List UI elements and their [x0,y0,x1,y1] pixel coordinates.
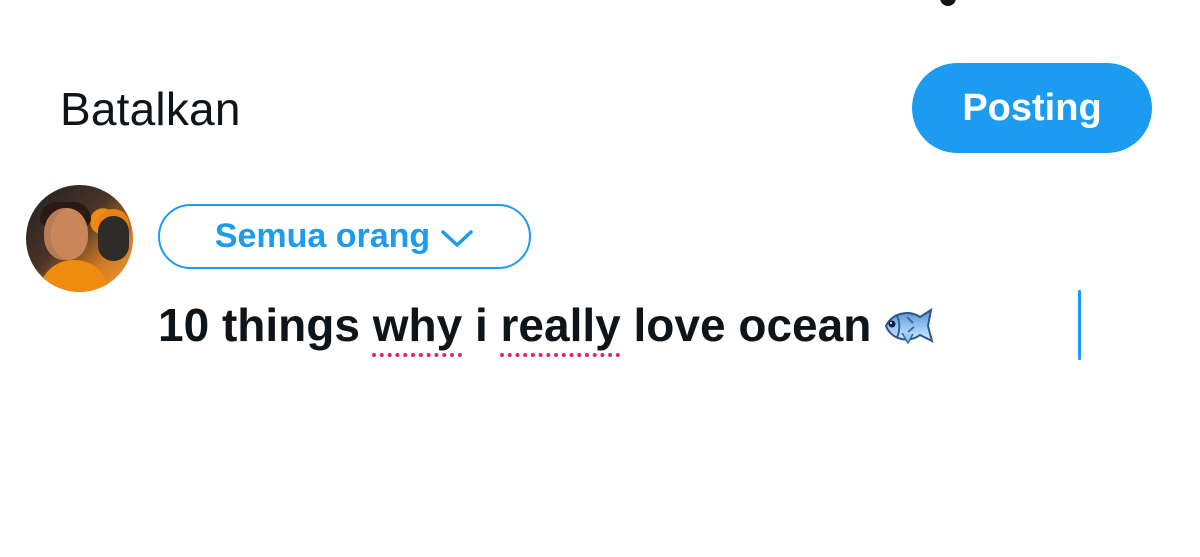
avatar-background-person [98,216,129,261]
compose-text-segment: 10 things [158,299,373,351]
avatar-face [44,208,88,260]
post-button[interactable]: Posting [912,63,1152,153]
top-edge-glyph [940,0,956,6]
audience-selector[interactable]: Semua orang [158,204,531,269]
compose-text-field[interactable]: 10 things why i really love ocean [158,298,1138,364]
cancel-button[interactable]: Batalkan [60,82,241,136]
compose-text-segment: love ocean [620,299,872,351]
avatar-shirt [39,260,109,292]
chevron-down-icon [441,229,473,247]
misspelled-word-really[interactable]: really [501,299,621,351]
text-cursor [1078,290,1081,360]
fish-icon [885,307,934,345]
avatar[interactable] [26,185,133,292]
misspelled-word-why[interactable]: why [373,299,462,351]
compose-text-segment: i [462,299,501,351]
audience-label: Semua orang [214,217,431,255]
